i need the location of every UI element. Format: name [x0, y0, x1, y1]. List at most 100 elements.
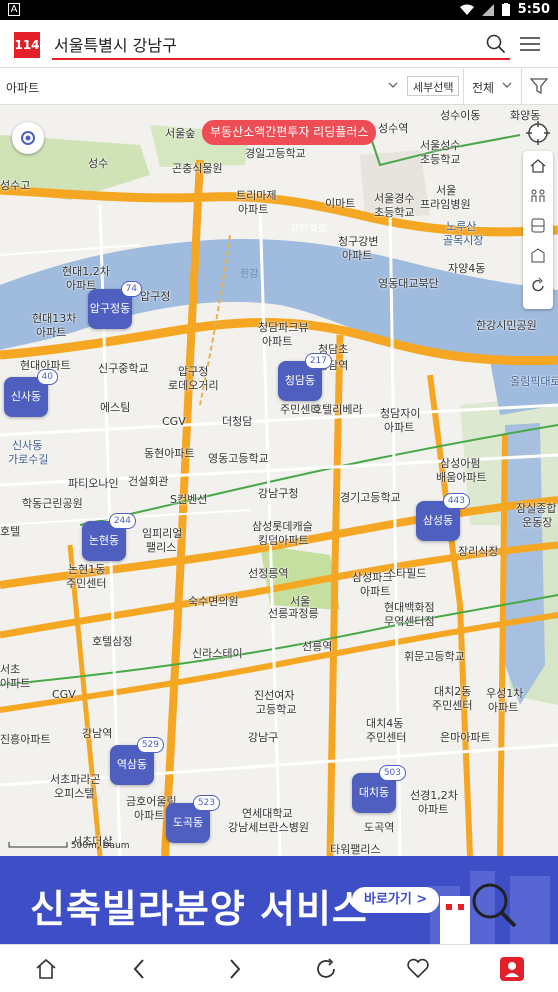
map-label: 아파트 [134, 809, 165, 822]
bus-icon[interactable] [523, 211, 553, 241]
map-label: 배움아파트 [436, 471, 487, 484]
property-type-select[interactable]: 아파트 [6, 79, 39, 96]
promo-pill[interactable]: 부동산소액간편투자 리딩플러스 [202, 120, 377, 145]
map-label: 이마트 [325, 197, 356, 210]
map-label: 휘문고등학교 [404, 650, 465, 663]
road-label: 강변북로 [290, 224, 327, 235]
map-label: 신라스테이 [192, 647, 243, 660]
map-label: 경기고등학교 [340, 491, 401, 504]
map-label: 성수 [88, 157, 109, 170]
map-label: 도곡역 [364, 821, 395, 834]
chevron-down-icon[interactable] [388, 80, 398, 90]
filter-funnel-icon[interactable] [530, 77, 548, 95]
refresh-icon[interactable] [314, 957, 338, 981]
map-label: 영동고등학교 [208, 452, 269, 465]
map-label: 아파트 [488, 701, 519, 714]
map-label: 건설회관 [128, 475, 169, 488]
map-label: 성수이동 [440, 109, 481, 122]
map-label: 강남역 [82, 727, 113, 740]
map-label: 가로수길 [8, 453, 49, 466]
map-label: 주민센터 [366, 731, 407, 744]
wifi-icon [459, 4, 474, 15]
cluster-marker[interactable]: 대치동 503 [352, 765, 406, 813]
map-label: 아파트 [384, 421, 415, 434]
status-bar: A 5:50 [0, 0, 558, 20]
map-label: S컨벤션 [170, 493, 208, 506]
map-label: 강남세브란스병원 [228, 821, 309, 834]
my-location-button[interactable] [12, 122, 44, 154]
map-label: 선릉역 [302, 640, 333, 653]
map-label: 무역센터점 [384, 615, 435, 628]
map-label: 숙수면의원 [188, 595, 239, 608]
home-icon[interactable] [34, 957, 58, 981]
map-label: 스타필드 [386, 567, 427, 580]
map-label: 진흥아파트 [0, 733, 51, 746]
map-label: 주민센터 [432, 699, 473, 712]
favorite-icon[interactable] [406, 957, 430, 981]
menu-icon[interactable] [520, 36, 540, 52]
map-label: 자양4동 [448, 262, 486, 275]
profile-icon[interactable] [500, 957, 524, 981]
map-label: 팰리스 [146, 541, 177, 554]
map-label: 선릉과정릉 [268, 607, 319, 620]
map-label: 화양동 [510, 109, 541, 122]
map-label: 성수고 [0, 179, 31, 192]
cluster-marker[interactable]: 도곡동 523 [166, 795, 220, 843]
map-label: 동현아파트 [144, 447, 195, 460]
scale-bar [8, 842, 68, 848]
forward-icon[interactable] [222, 957, 246, 981]
map-label: 로데오거리 [168, 379, 219, 392]
school-icon[interactable] [523, 181, 553, 211]
map-label: 오피스텔 [54, 787, 95, 800]
map-label: 강남구 [248, 731, 279, 744]
map-label: 신구중학교 [98, 362, 149, 375]
battery-icon [501, 3, 510, 16]
cluster-marker[interactable]: 역삼동 529 [110, 737, 164, 785]
chevron-down-icon[interactable] [502, 80, 512, 90]
app-notification-icon: A [8, 3, 20, 16]
refresh-map-icon[interactable] [523, 271, 553, 301]
map-label: CGV [162, 415, 186, 428]
map-label: 호텔 [0, 525, 21, 538]
map-label: 아파트 [360, 585, 391, 598]
status-time: 5:50 [517, 2, 550, 17]
map-label: 호텔리베라 [312, 403, 363, 416]
map-label: 파티오나인 [68, 477, 119, 490]
map-home-icon[interactable] [523, 151, 553, 181]
search-icon[interactable] [486, 34, 506, 54]
map-label: 장리식장 [458, 545, 499, 558]
signal-icon [481, 3, 494, 16]
map-view[interactable]: 부동산소액간편투자 리딩플러스 성수역 성수 성수이동 화양동 성수고 곤충식물… [0, 105, 558, 856]
map-label: 한강시민공원 [476, 319, 537, 332]
banner-go-button[interactable]: 바로가기 > [352, 887, 440, 913]
map-label: 에스팀 [100, 401, 131, 414]
map-label: 아파트 [418, 803, 449, 816]
map-label: 압구정 [140, 290, 171, 303]
cluster-marker[interactable]: 청담동 217 [278, 353, 332, 401]
building-icon[interactable] [523, 241, 553, 271]
scope-select[interactable]: 전체 [472, 79, 494, 96]
map-label: 선정릉역 [248, 567, 289, 580]
cluster-marker[interactable]: 삼성동 443 [416, 493, 470, 541]
cluster-marker[interactable]: 압구정동 74 [88, 281, 142, 329]
map-label: 성수역 [378, 122, 409, 135]
search-bar: 114 [0, 20, 558, 68]
cluster-marker[interactable]: 논현동 244 [82, 513, 136, 561]
cluster-marker[interactable]: 신사동 40 [4, 369, 58, 417]
compass-icon[interactable] [526, 121, 550, 145]
map-label: 곤충식물원 [172, 162, 223, 175]
map-label: 강남구청 [258, 487, 299, 500]
map-label: 초등학교 [420, 153, 461, 166]
map-label: 초등학교 [374, 206, 415, 219]
ad-banner[interactable]: 신축빌라분양 서비스 바로가기 > [0, 856, 558, 944]
map-label: 영동대교북단 [378, 277, 439, 290]
filter-bar: 아파트 세부선택 전체 [0, 68, 558, 105]
map-label: 서울숲 [165, 127, 196, 140]
map-label: 타워팰리스 [330, 843, 381, 856]
detail-select-button[interactable]: 세부선택 [407, 76, 460, 96]
back-icon[interactable] [128, 957, 152, 981]
map-scale: 500m, Daum [8, 841, 129, 851]
search-input[interactable] [52, 30, 510, 60]
map-label: 고등학교 [256, 703, 297, 716]
app-logo[interactable]: 114 [14, 32, 40, 58]
